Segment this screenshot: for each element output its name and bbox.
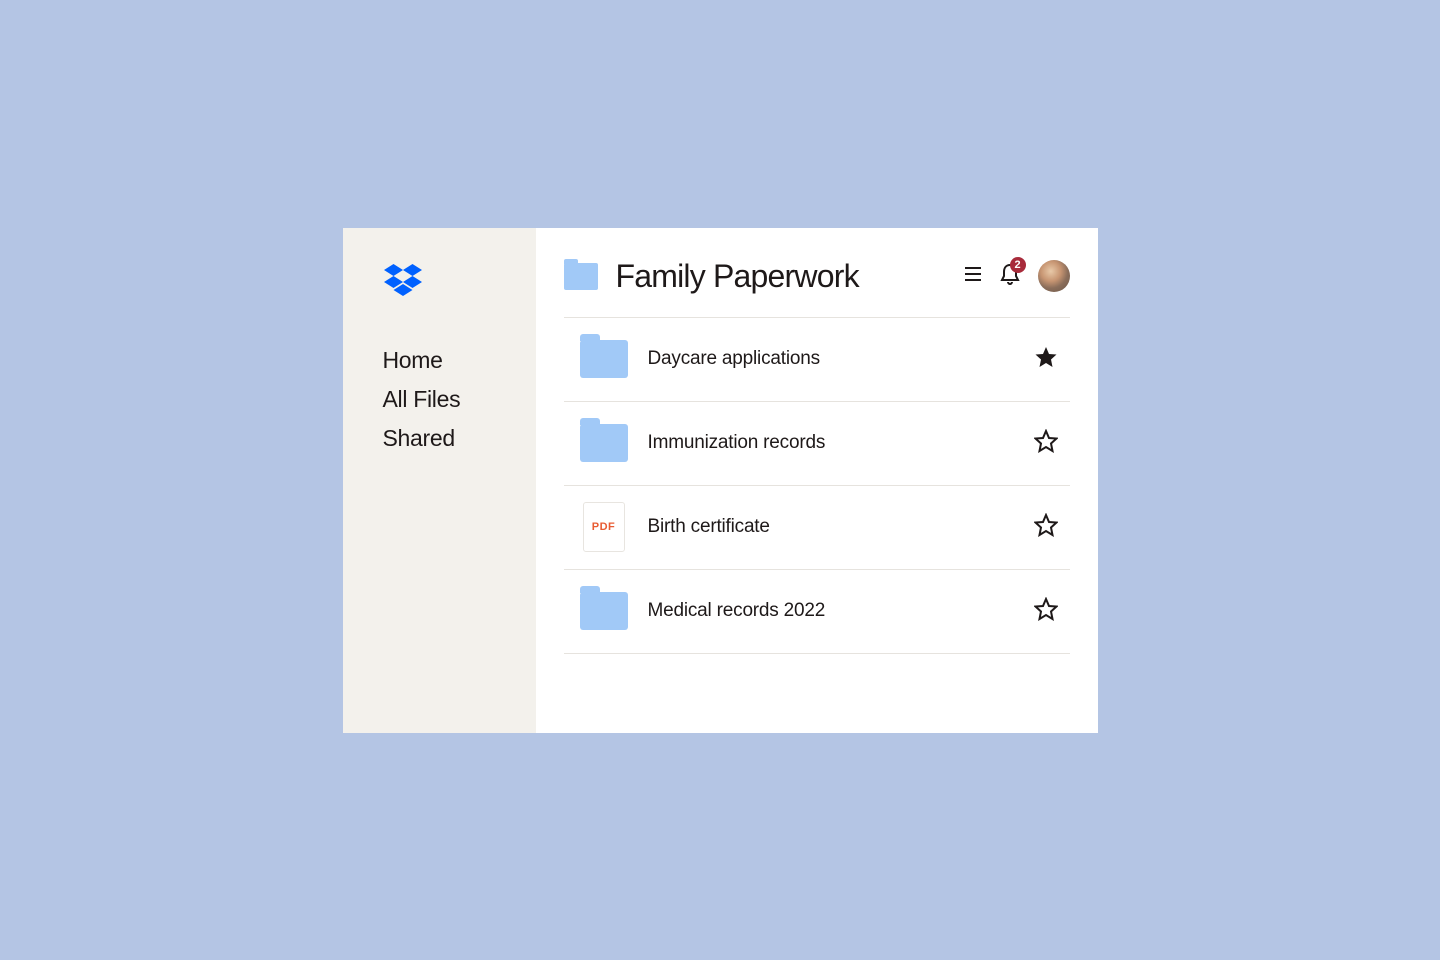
star-button[interactable] [1034, 513, 1058, 542]
notification-badge: 2 [1010, 257, 1026, 273]
file-row[interactable]: Daycare applications [564, 318, 1070, 402]
header-actions: 2 [964, 260, 1070, 292]
folder-icon [580, 340, 628, 378]
star-button[interactable] [1034, 429, 1058, 458]
sidebar-item-shared[interactable]: Shared [383, 425, 536, 452]
file-name: Medical records 2022 [648, 600, 1034, 622]
folder-title: Family Paperwork [616, 258, 964, 295]
star-button[interactable] [1034, 597, 1058, 626]
main-content: Family Paperwork 2 [536, 228, 1098, 733]
file-name: Immunization records [648, 432, 1034, 454]
star-button[interactable] [1034, 345, 1058, 374]
avatar[interactable] [1038, 260, 1070, 292]
folder-icon [564, 263, 598, 290]
pdf-icon: PDF [580, 502, 628, 552]
folder-header: Family Paperwork 2 [564, 258, 1070, 295]
file-row[interactable]: Immunization records [564, 402, 1070, 486]
folder-icon [580, 424, 628, 462]
sidebar-item-home[interactable]: Home [383, 347, 536, 374]
star-outline-icon [1034, 513, 1058, 537]
app-window: Home All Files Shared Family Paperwork 2 [343, 228, 1098, 733]
menu-icon[interactable] [964, 266, 982, 287]
star-outline-icon [1034, 597, 1058, 621]
file-row[interactable]: PDF Birth certificate [564, 486, 1070, 570]
star-outline-icon [1034, 429, 1058, 453]
file-name: Birth certificate [648, 516, 1034, 538]
file-name: Daycare applications [648, 348, 1034, 370]
file-row[interactable]: Medical records 2022 [564, 570, 1070, 654]
sidebar: Home All Files Shared [343, 228, 536, 733]
folder-icon [580, 592, 628, 630]
notifications-button[interactable]: 2 [1000, 263, 1020, 290]
dropbox-logo-icon[interactable] [384, 264, 536, 301]
sidebar-item-all-files[interactable]: All Files [383, 386, 536, 413]
star-filled-icon [1034, 345, 1058, 369]
